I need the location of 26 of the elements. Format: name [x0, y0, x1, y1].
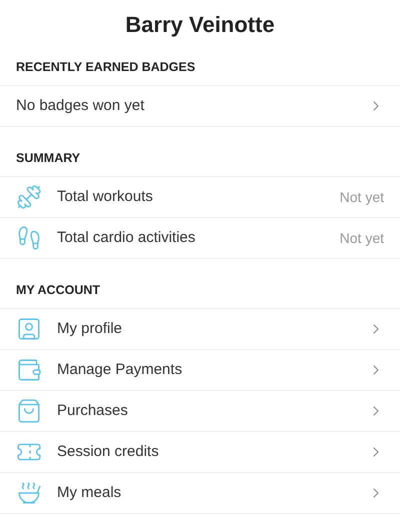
menu-row[interactable]: My meals [0, 473, 400, 514]
row-label: Purchases [57, 400, 129, 421]
section-heading: SUMMARY [16, 150, 80, 168]
menu-row[interactable]: Manage Payments [0, 350, 400, 391]
bowl-icon [16, 480, 42, 506]
shopping-bag-icon [16, 398, 42, 424]
menu-row[interactable]: No badges won yet [0, 86, 400, 127]
row-label: No badges won yet [16, 96, 146, 116]
row-value: Not yet [340, 188, 384, 207]
footprints-icon [16, 225, 42, 251]
menu-row[interactable]: Purchases [0, 391, 400, 432]
row-label: Total cardio activities [57, 228, 196, 248]
user-icon [16, 316, 42, 342]
wallet-icon [16, 357, 42, 383]
row-label: Manage Payments [57, 360, 184, 380]
menu-row[interactable]: Session credits [0, 432, 400, 473]
row-label: My profile [57, 318, 124, 339]
section-heading: RECENTLY EARNED BADGES [16, 59, 196, 76]
row-label: Total workouts [57, 186, 154, 207]
profile-name: Barry Veinotte [124, 11, 276, 39]
section-heading: MY ACCOUNT [16, 282, 100, 300]
row-value: Not yet [340, 228, 384, 248]
dumbbell-icon [16, 184, 42, 210]
row-label: Session credits [57, 442, 160, 462]
row-label: My meals [57, 482, 122, 503]
menu-row[interactable]: My profile [0, 309, 400, 350]
